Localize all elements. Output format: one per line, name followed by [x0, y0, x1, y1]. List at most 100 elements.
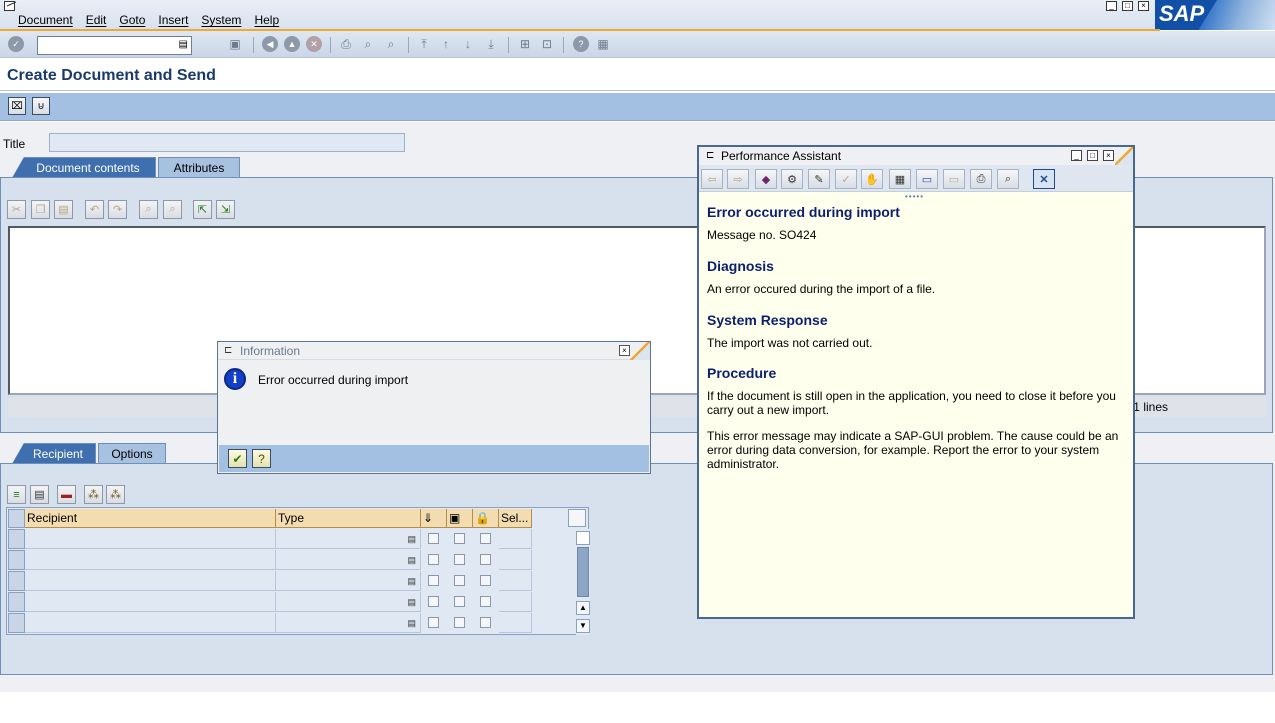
- menu-edit[interactable]: Edit: [86, 13, 107, 27]
- selection-cell[interactable]: [499, 592, 532, 612]
- selection-cell[interactable]: [499, 613, 532, 633]
- type-dropdown-icon[interactable]: ▤: [407, 576, 416, 587]
- dialog-menu-icon[interactable]: ⊏: [224, 345, 232, 356]
- command-dropdown-icon[interactable]: ▤: [179, 40, 188, 50]
- enter-icon[interactable]: ✓: [8, 36, 24, 52]
- pa-exit-icon[interactable]: ✕: [1033, 169, 1055, 189]
- next-page-icon[interactable]: ↓: [460, 36, 476, 52]
- copy-checkbox[interactable]: [454, 617, 465, 628]
- redo-icon[interactable]: ↷: [108, 200, 127, 219]
- import-icon[interactable]: ⇱: [193, 200, 212, 219]
- table-scrollbar[interactable]: ▲ ▼: [576, 529, 590, 635]
- tab-document-contents[interactable]: Document contents: [12, 157, 156, 178]
- column-header-type[interactable]: Type: [276, 509, 421, 528]
- confidential-checkbox[interactable]: [480, 575, 491, 586]
- last-page-icon[interactable]: ⤓: [483, 36, 499, 52]
- pa-notes-icon[interactable]: ✋: [861, 169, 883, 189]
- pa-technical-info-icon[interactable]: ⚙: [781, 169, 803, 189]
- customize-layout-icon[interactable]: ▦: [595, 36, 611, 52]
- selection-cell[interactable]: [499, 571, 532, 591]
- type-cell[interactable]: ▤: [276, 529, 421, 549]
- row-selector[interactable]: [8, 592, 25, 612]
- back-icon[interactable]: ◀: [262, 36, 278, 52]
- tab-attributes[interactable]: Attributes: [158, 157, 240, 178]
- recipient-cell[interactable]: [25, 613, 276, 633]
- selection-cell[interactable]: [499, 529, 532, 549]
- column-header-selection[interactable]: Sel...: [499, 509, 532, 528]
- tab-recipient[interactable]: Recipient: [12, 443, 96, 464]
- distribution-list-icon[interactable]: ⁂: [84, 485, 103, 504]
- pa-close-icon[interactable]: ×: [1103, 150, 1114, 161]
- find-icon[interactable]: ⌕: [360, 36, 376, 52]
- title-input[interactable]: [49, 133, 405, 152]
- dialog-close-icon[interactable]: ×: [619, 345, 630, 356]
- menu-system[interactable]: System: [201, 13, 241, 27]
- dialog-help-icon[interactable]: ?: [252, 449, 271, 468]
- type-cell[interactable]: ▤: [276, 613, 421, 633]
- previous-page-icon[interactable]: ↑: [438, 36, 454, 52]
- pa-edit-icon[interactable]: ✎: [808, 169, 830, 189]
- send-icon[interactable]: ⌧: [8, 97, 26, 115]
- pa-glossary-icon[interactable]: ✓: [835, 169, 857, 189]
- pa-menu-icon[interactable]: ⊏: [706, 150, 714, 161]
- confidential-checkbox[interactable]: [480, 554, 491, 565]
- row-selector[interactable]: [8, 571, 25, 591]
- scroll-up-icon[interactable]: ▲: [576, 601, 590, 615]
- type-dropdown-icon[interactable]: ▤: [407, 534, 416, 545]
- pa-back-icon[interactable]: ⇦: [701, 169, 723, 189]
- express-checkbox[interactable]: [428, 575, 439, 586]
- type-dropdown-icon[interactable]: ▤: [407, 618, 416, 629]
- pa-resize-handle[interactable]: •••••: [905, 192, 924, 201]
- row-selector[interactable]: [8, 529, 25, 549]
- pa-info-icon[interactable]: ▭: [943, 169, 965, 189]
- type-cell[interactable]: ▤: [276, 571, 421, 591]
- save-icon[interactable]: ▣: [227, 36, 243, 52]
- selection-cell[interactable]: [499, 550, 532, 570]
- confidential-checkbox[interactable]: [480, 533, 491, 544]
- copy-checkbox[interactable]: [454, 554, 465, 565]
- recipient-cell[interactable]: [25, 529, 276, 549]
- type-dropdown-icon[interactable]: ▤: [407, 555, 416, 566]
- recipient-cell[interactable]: [25, 571, 276, 591]
- row-selector[interactable]: [8, 613, 25, 633]
- shortcut-icon[interactable]: ⊡: [539, 36, 555, 52]
- tab-options[interactable]: Options: [98, 443, 166, 464]
- command-field[interactable]: ▤: [37, 36, 192, 55]
- copy-checkbox[interactable]: [454, 533, 465, 544]
- type-cell[interactable]: ▤: [276, 550, 421, 570]
- express-checkbox[interactable]: [428, 533, 439, 544]
- new-session-icon[interactable]: ⊞: [517, 36, 533, 52]
- column-settings-button[interactable]: [568, 509, 586, 527]
- express-checkbox[interactable]: [428, 596, 439, 607]
- attach-icon[interactable]: ⊍: [32, 97, 50, 115]
- copy-checkbox[interactable]: [454, 596, 465, 607]
- recipient-cell[interactable]: [25, 592, 276, 612]
- pa-forward-icon[interactable]: ⇨: [727, 169, 749, 189]
- pa-maximize-icon[interactable]: □: [1087, 150, 1098, 161]
- help-icon[interactable]: ?: [573, 36, 589, 52]
- pa-minimize-icon[interactable]: _: [1071, 150, 1082, 161]
- search-next-icon[interactable]: ⌕: [163, 200, 182, 219]
- maximize-icon[interactable]: □: [1122, 1, 1133, 11]
- cancel-icon[interactable]: ✕: [306, 36, 322, 52]
- column-header-recipient[interactable]: Recipient: [25, 509, 276, 528]
- menu-goto[interactable]: Goto: [119, 13, 145, 27]
- express-checkbox[interactable]: [428, 554, 439, 565]
- scrollbar-top[interactable]: [576, 531, 590, 545]
- type-dropdown-icon[interactable]: ▤: [407, 597, 416, 608]
- column-header-confidential[interactable]: 🔒: [473, 509, 499, 528]
- confidential-checkbox[interactable]: [480, 617, 491, 628]
- menu-help[interactable]: Help: [254, 13, 279, 27]
- row-selector[interactable]: [8, 550, 25, 570]
- menu-document[interactable]: Document: [18, 13, 73, 27]
- recipient-cell[interactable]: [25, 550, 276, 570]
- close-icon[interactable]: ×: [1138, 1, 1149, 11]
- express-checkbox[interactable]: [428, 617, 439, 628]
- exit-icon[interactable]: ▲: [284, 36, 300, 52]
- undo-icon[interactable]: ↶: [85, 200, 104, 219]
- paste-icon[interactable]: ▤: [54, 200, 73, 219]
- minimize-icon[interactable]: _: [1106, 1, 1117, 11]
- type-cell[interactable]: ▤: [276, 592, 421, 612]
- column-header-express[interactable]: ⇓: [421, 509, 447, 528]
- copy-checkbox[interactable]: [454, 575, 465, 586]
